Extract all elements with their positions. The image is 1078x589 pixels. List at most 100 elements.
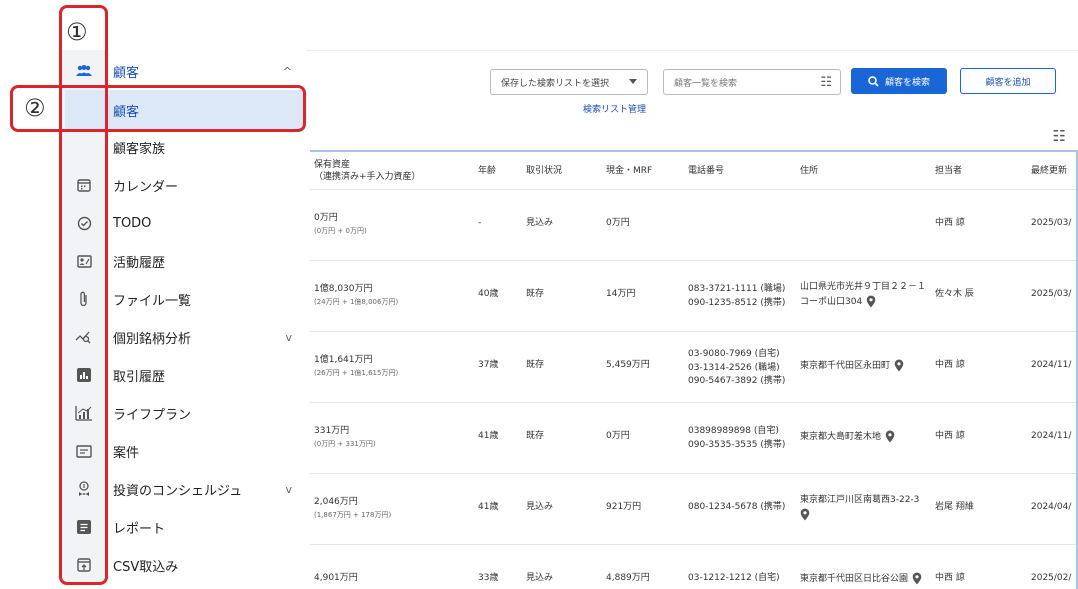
table-header: 保有資産 （連携済み+手入力資産） 年齢 取引状況 現金・MRF 電話番号 住所… bbox=[310, 152, 1076, 189]
sidebar-item-label: 活動履歴 bbox=[113, 255, 166, 271]
add-customer-button[interactable]: 顧客を追加 bbox=[960, 68, 1056, 94]
bar-chart-icon bbox=[60, 356, 108, 394]
cash-cell: 5,459万円 bbox=[606, 360, 650, 370]
sidebar-item-report[interactable]: レポート bbox=[60, 508, 306, 546]
owner-cell: 岩尾 翔維 bbox=[935, 502, 974, 512]
map-pin-icon[interactable] bbox=[912, 572, 922, 585]
assets-value: 1億8,030万円 bbox=[314, 284, 373, 294]
column-settings-icon[interactable]: ☷ bbox=[1053, 127, 1066, 145]
sidebar-item-todo[interactable]: TODO bbox=[60, 204, 306, 242]
status-cell: 見込み bbox=[526, 573, 554, 583]
sidebar-item-label: 個別銘柄分析 bbox=[113, 331, 192, 347]
chevron-down-icon: v bbox=[285, 482, 292, 496]
table-row[interactable]: 1億8,030万円 (24万円 + 1億8,006万円) 40歳 既存 14万円 083-… bbox=[310, 260, 1076, 331]
header-address[interactable]: 住所 bbox=[800, 165, 818, 177]
sidebar-item-label: 投資のコンシェルジュ bbox=[113, 483, 243, 499]
address-cell: 東京都大島町差木地 bbox=[800, 430, 930, 445]
annotation-marker-1: ① bbox=[66, 18, 88, 46]
updated-cell: 2024/11/ bbox=[1031, 360, 1072, 370]
phone-number[interactable]: 080-1234-5678 (携帯) bbox=[688, 501, 785, 515]
cash-cell: 4,889万円 bbox=[606, 573, 650, 583]
upload-tray-icon bbox=[60, 546, 108, 584]
search-customers-button[interactable]: 顧客を検索 bbox=[851, 68, 947, 94]
assets-detail: (24万円 + 1億8,006万円) bbox=[314, 297, 399, 306]
cash-cell: 0万円 bbox=[606, 218, 630, 228]
search-placeholder: 顧客一覧を検索 bbox=[674, 79, 738, 89]
status-cell: 既存 bbox=[526, 360, 545, 370]
table-row[interactable]: 331万円 (0万円 + 331万円) 41歳 既存 0万円 03898989898 (自… bbox=[310, 402, 1076, 473]
sidebar-item-calendar[interactable]: カレンダー bbox=[60, 166, 306, 204]
saved-search-select[interactable]: 保存した検索リストを選択 bbox=[490, 69, 648, 95]
assets-value: 1億1,641万円 bbox=[314, 355, 373, 365]
cash-cell: 14万円 bbox=[606, 289, 636, 299]
sidebar-item-activity[interactable]: 活動履歴 bbox=[60, 242, 306, 280]
phone-number[interactable]: 090-3535-3535 (携帯) bbox=[688, 439, 785, 453]
status-cell: 見込み bbox=[526, 502, 554, 512]
table-row[interactable]: 4,901万円 33歳 見込み 4,889万円 03-1212-1212 (自宅) 東京都… bbox=[310, 544, 1076, 589]
header-cash[interactable]: 現金・MRF bbox=[606, 165, 652, 177]
chevron-up-icon: ^ bbox=[282, 64, 292, 78]
table-row[interactable]: 0万円 (0万円 + 0万円) - 見込み 0万円 中西 諒 2025/03/ bbox=[310, 189, 1076, 260]
sidebar-item-label: 取引履歴 bbox=[113, 369, 166, 385]
phone-cell: 03898989898 (自宅) 090-3535-3535 (携帯) bbox=[688, 425, 785, 452]
status-cell: 既存 bbox=[526, 289, 545, 299]
age-cell: - bbox=[478, 218, 482, 228]
owner-cell: 佐々木 辰 bbox=[935, 289, 974, 299]
sidebar-item-concierge[interactable]: 投資のコンシェルジュ v bbox=[60, 470, 306, 508]
phone-number[interactable]: 03-1212-1212 (自宅) bbox=[688, 572, 780, 586]
sidebar-item-label: 顧客 bbox=[113, 104, 140, 120]
map-pin-icon[interactable] bbox=[885, 430, 895, 443]
map-pin-icon[interactable] bbox=[894, 359, 904, 372]
map-pin-icon[interactable] bbox=[866, 295, 876, 308]
header-updated[interactable]: 最終更新 bbox=[1031, 165, 1067, 177]
phone-number[interactable]: 03-9080-7969 (自宅) bbox=[688, 348, 785, 362]
check-circle-icon bbox=[60, 204, 108, 242]
phone-number[interactable]: 090-5467-3892 (携帯) bbox=[688, 375, 785, 389]
assets-value: 4,901万円 bbox=[314, 573, 358, 583]
header-status[interactable]: 取引状況 bbox=[526, 165, 562, 177]
owner-cell: 中西 諒 bbox=[935, 218, 965, 228]
table-row[interactable]: 2,046万円 (1,867万円 + 178万円) 41歳 見込み 921万円 080-1… bbox=[310, 473, 1076, 544]
assets-value: 331万円 bbox=[314, 426, 350, 436]
updated-cell: 2025/02/ bbox=[1031, 573, 1072, 583]
sidebar-item-customer-family[interactable]: 顧客家族 bbox=[60, 128, 306, 166]
updated-cell: 2025/03/ bbox=[1031, 289, 1072, 299]
assets-detail: (1,867万円 + 178万円) bbox=[314, 510, 392, 519]
map-pin-icon[interactable] bbox=[800, 508, 810, 521]
sidebar-item-customers-group[interactable]: 顧客 ^ bbox=[60, 52, 306, 90]
address-line-1: 山口県光市光井９丁目２２－１ bbox=[800, 282, 927, 292]
chart-search-icon bbox=[60, 318, 108, 356]
caret-down-icon bbox=[629, 79, 637, 84]
sidebar-item-cases[interactable]: 案件 bbox=[60, 432, 306, 470]
manage-search-list-link[interactable]: 検索リスト管理 bbox=[583, 102, 646, 115]
sidebar-item-transactions[interactable]: 取引履歴 bbox=[60, 356, 306, 394]
customer-search-input[interactable]: 顧客一覧を検索 ☷ bbox=[663, 69, 841, 95]
header-assets[interactable]: 保有資産 （連携済み+手入力資産） bbox=[314, 159, 421, 183]
sidebar-item-files[interactable]: ファイル一覧 bbox=[60, 280, 306, 318]
assets-detail: (0万円 + 331万円) bbox=[314, 439, 376, 448]
filter-tune-icon[interactable]: ☷ bbox=[820, 75, 832, 90]
header-age[interactable]: 年齢 bbox=[478, 165, 496, 177]
header-phone[interactable]: 電話番号 bbox=[688, 165, 724, 177]
app-root: ① ② 顧客 ^ 顧客 顧客家族 カレンダー TODO 活動履歴 ファイル一覧 … bbox=[0, 0, 1078, 589]
sidebar-item-customers[interactable]: 顧客 bbox=[65, 90, 305, 130]
sidebar: 顧客 ^ 顧客 顧客家族 カレンダー TODO 活動履歴 ファイル一覧 個別銘柄… bbox=[60, 50, 306, 589]
address-cell: 山口県光市光井９丁目２２－１ コーポ山口304 bbox=[800, 281, 930, 309]
owner-cell: 中西 諒 bbox=[935, 573, 965, 583]
phone-number[interactable]: 083-3721-1111 (職場) bbox=[688, 283, 785, 297]
sidebar-item-label: TODO bbox=[113, 215, 152, 231]
sidebar-item-stock-analysis[interactable]: 個別銘柄分析 v bbox=[60, 318, 306, 356]
header-owner[interactable]: 担当者 bbox=[935, 165, 962, 177]
phone-cell: 03-1212-1212 (自宅) bbox=[688, 572, 780, 586]
paperclip-icon bbox=[60, 280, 108, 318]
phone-number[interactable]: 03898989898 (自宅) bbox=[688, 425, 785, 439]
table-row[interactable]: 1億1,641万円 (26万円 + 1億1,615万円) 37歳 既存 5,459万円 0… bbox=[310, 331, 1076, 402]
phone-number[interactable]: 090-1235-8512 (携帯) bbox=[688, 297, 785, 311]
phone-number[interactable]: 03-1314-2526 (職場) bbox=[688, 362, 785, 376]
saved-search-select-value: 保存した検索リストを選択 bbox=[501, 79, 610, 89]
sidebar-item-life-plan[interactable]: ライフプラン bbox=[60, 394, 306, 432]
sidebar-item-label: カレンダー bbox=[113, 179, 179, 195]
sidebar-item-csv-import[interactable]: CSV取込み bbox=[60, 546, 306, 584]
growth-chart-icon bbox=[60, 394, 108, 432]
age-cell: 41歳 bbox=[478, 502, 499, 512]
